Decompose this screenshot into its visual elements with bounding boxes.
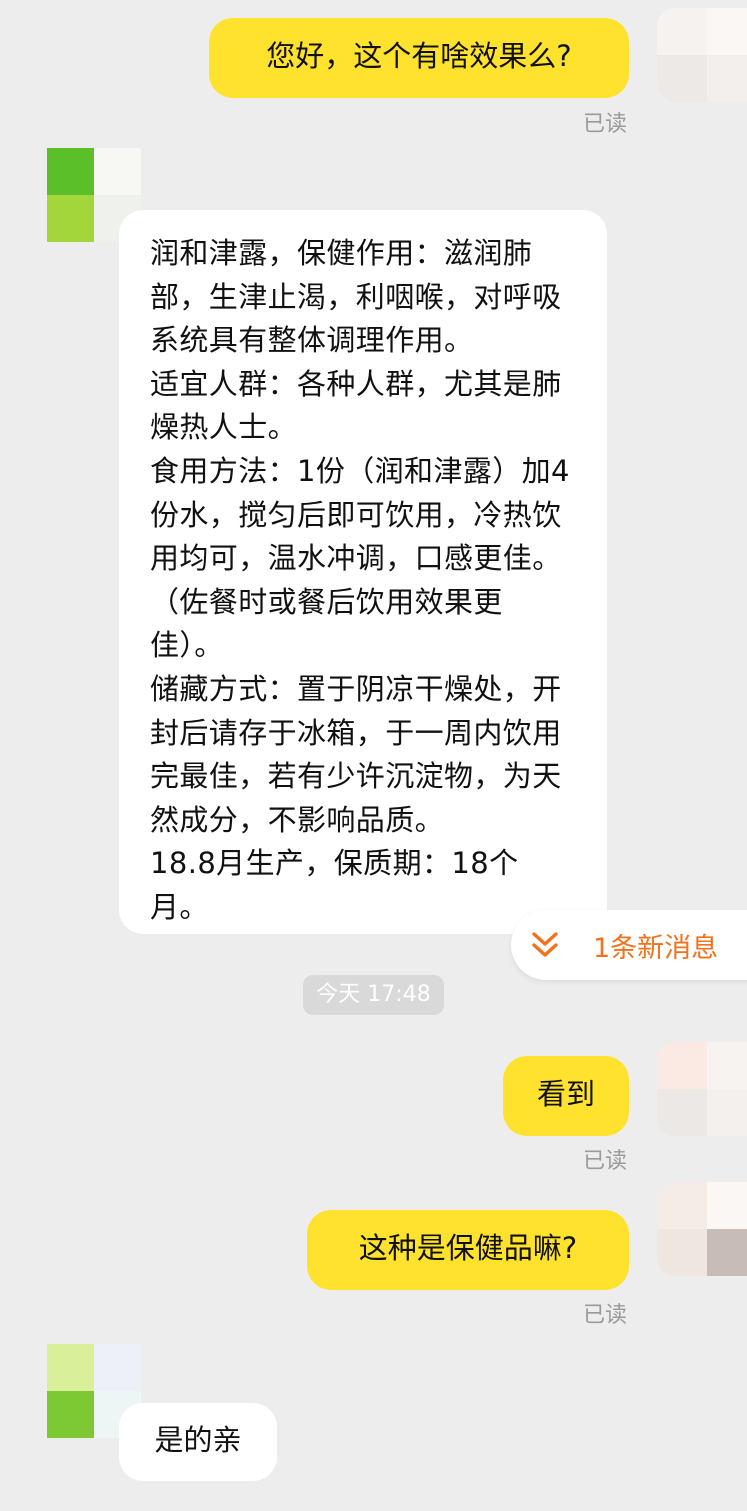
avatar-self[interactable] — [657, 1042, 747, 1136]
message-bubble-outgoing[interactable]: 看到 — [503, 1056, 629, 1136]
message-text: 这种是保健品嘛? — [358, 1231, 578, 1265]
read-status: 已读 — [582, 1303, 627, 1328]
message-paragraph: 润和津露，保健作用：滋润肺部，生津止渴，利咽喉，对呼吸系统具有整体调理作用。 — [150, 236, 562, 358]
message-paragraph: 食用方法：1份（润和津露）加4份水，搅匀后即可饮用，冷热饮用均可，温水冲调，口感… — [150, 453, 570, 663]
message-text: 看到 — [536, 1077, 595, 1111]
message-text: 您好，这个有啥效果么? — [266, 39, 572, 73]
message-bubble-outgoing[interactable]: 您好，这个有啥效果么? — [209, 18, 629, 98]
message-bubble-incoming[interactable]: 是的亲 — [119, 1403, 277, 1481]
avatar-self[interactable] — [657, 1182, 747, 1276]
avatar-self[interactable] — [657, 8, 747, 102]
new-message-button[interactable]: 1条新消息 — [511, 910, 747, 980]
message-paragraph: 适宜人群：各种人群，尤其是肺燥热人士。 — [150, 366, 562, 445]
read-status: 已读 — [582, 1149, 627, 1174]
double-chevron-down-icon — [532, 932, 558, 957]
message-bubble-outgoing[interactable]: 这种是保健品嘛? — [307, 1210, 629, 1290]
read-status: 已读 — [582, 112, 627, 137]
message-paragraph: 18.8月生产，保质期：18个月。 — [150, 846, 519, 924]
timestamp-chip: 今天 17:48 — [303, 975, 444, 1015]
new-message-label: 1条新消息 — [593, 932, 719, 964]
message-text: 是的亲 — [154, 1423, 242, 1457]
message-bubble-incoming[interactable]: 润和津露，保健作用：滋润肺部，生津止渴，利咽喉，对呼吸系统具有整体调理作用。 适… — [119, 210, 607, 934]
message-paragraph: 储藏方式：置于阴凉干燥处，开封后请存于冰箱，于一周内饮用完最佳，若有少许沉淀物，… — [150, 671, 562, 837]
